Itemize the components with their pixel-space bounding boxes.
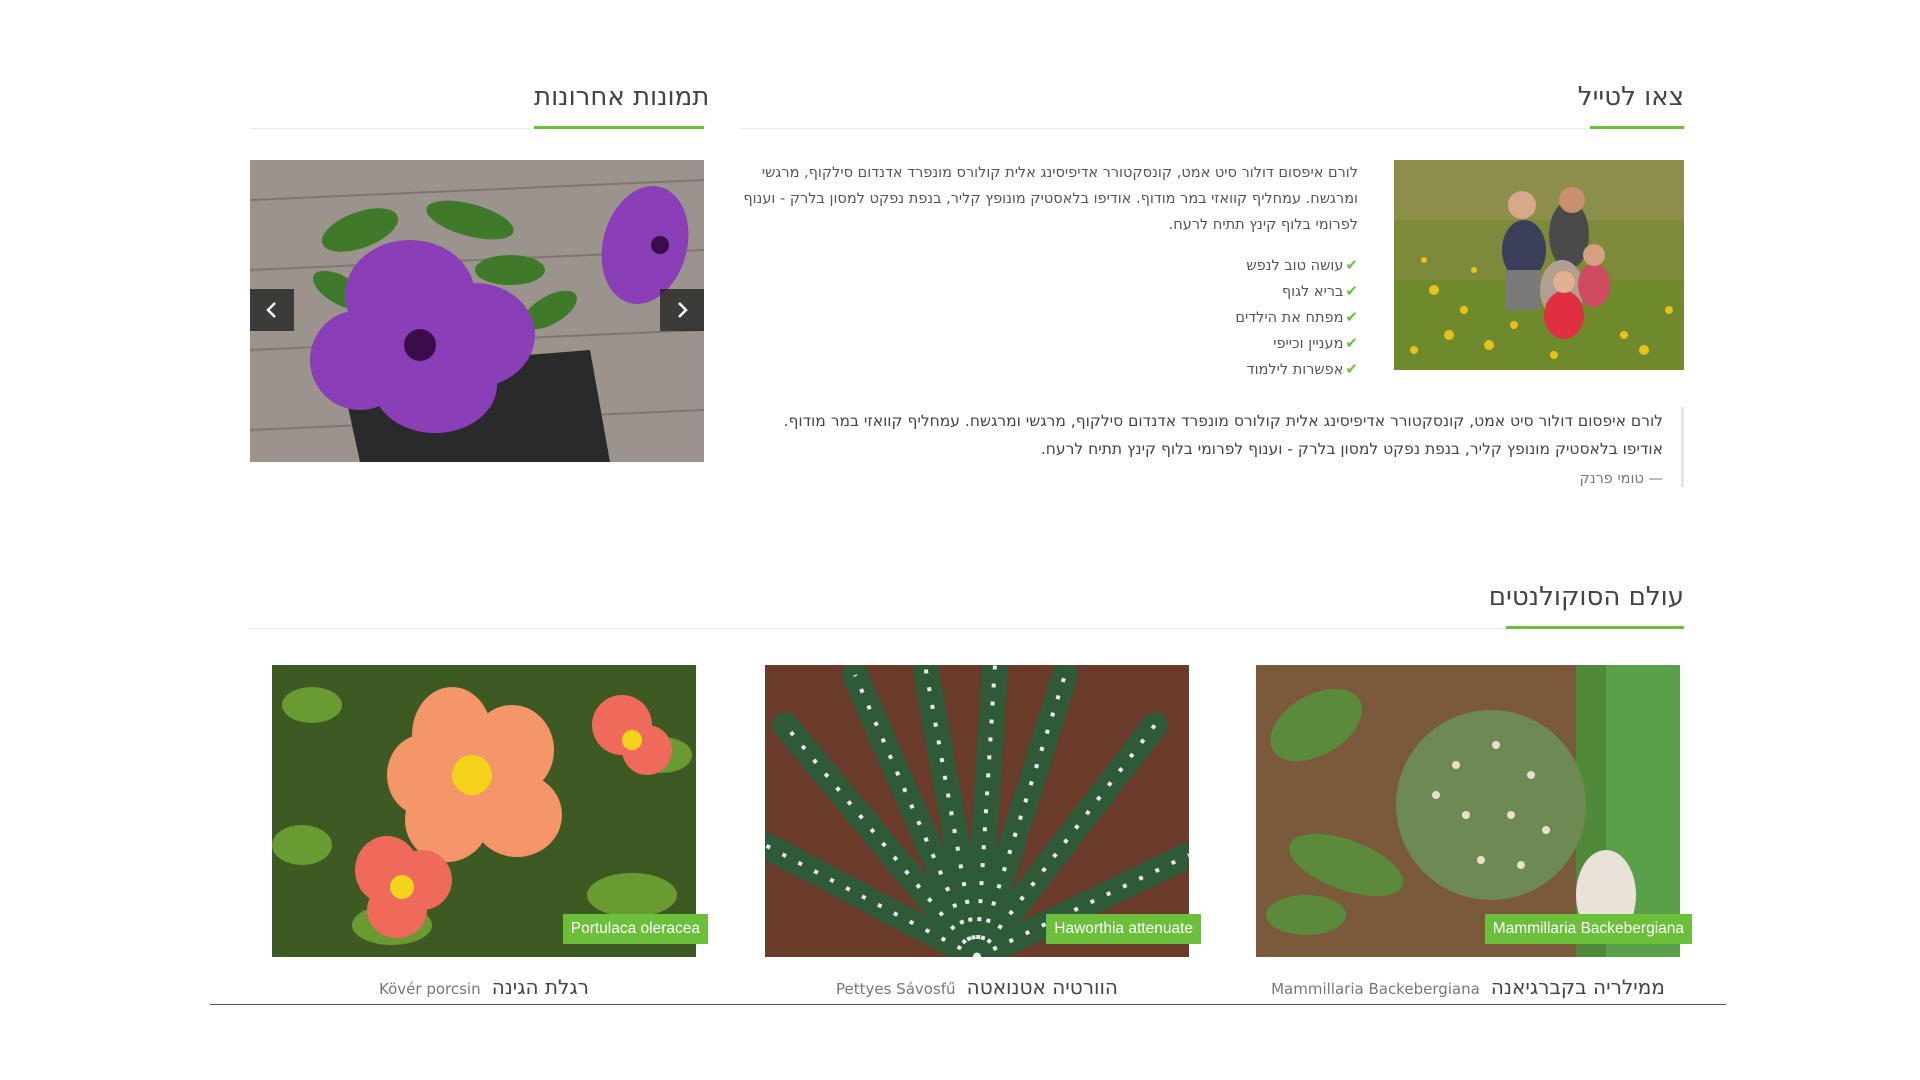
tour-section-rule <box>740 128 1684 129</box>
benefit-item: ✔אפשרות לילמוד <box>1246 360 1358 378</box>
tour-section-title: צאו לטייל <box>1577 82 1684 112</box>
check-icon: ✔ <box>1345 308 1358 326</box>
plant-tag: Haworthia attenuate <box>1046 914 1201 944</box>
benefit-item: ✔עושה טוב לנפש <box>1246 256 1358 274</box>
plant-name-latin: Kövér porcsin <box>379 980 481 998</box>
check-icon: ✔ <box>1345 360 1358 378</box>
carousel-photo <box>250 160 704 462</box>
carousel-next-button[interactable] <box>660 289 704 331</box>
chevron-left-icon <box>266 302 276 318</box>
succulents-section-title: עולם הסוקולנטים <box>1488 582 1684 612</box>
check-icon: ✔ <box>1345 282 1358 300</box>
photo-carousel[interactable] <box>250 160 704 462</box>
tour-title-underline <box>1590 126 1684 129</box>
check-icon: ✔ <box>1345 334 1358 352</box>
plant-caption: רגלת הגינה Kövér porcsin <box>272 975 696 999</box>
benefit-item: ✔בריא לגוף <box>1281 282 1358 300</box>
plant-name-hebrew: הוורטיה אטנואטה <box>966 975 1118 999</box>
benefit-item: ✔מעניין וכייפי <box>1273 334 1358 352</box>
benefits-list: ✔עושה טוב לנפש ✔בריא לגוף ✔מפתח את הילדי… <box>1150 252 1358 382</box>
check-icon: ✔ <box>1345 256 1358 274</box>
plant-tag: Mammillaria Backebergiana <box>1484 914 1692 944</box>
family-photo <box>1394 160 1684 370</box>
benefit-item: ✔מפתח את הילדים <box>1235 308 1358 326</box>
carousel-prev-button[interactable] <box>250 289 294 331</box>
quote-text: לורם איפסום דולור סיט אמט, קונסקטורר אדי… <box>783 412 1663 458</box>
plant-caption: ממילריה בקברגיאנה Mammillaria Backebergi… <box>1256 975 1680 999</box>
plant-name-hebrew: ממילריה בקברגיאנה <box>1490 975 1665 999</box>
testimonial-quote: לורם איפסום דולור סיט אמט, קונסקטורר אדי… <box>760 407 1684 487</box>
succulents-section-rule <box>250 628 1684 629</box>
plant-name-latin: Mammillaria Backebergiana <box>1271 980 1480 998</box>
recent-title-underline <box>534 126 704 129</box>
plant-tag: Portulaca oleracea <box>562 914 708 944</box>
plant-name-hebrew: רגלת הגינה <box>491 975 589 999</box>
recent-photos-title: תמונות אחרונות <box>534 82 710 112</box>
footer-divider <box>210 1004 1726 1005</box>
chevron-right-icon <box>678 302 688 318</box>
tour-paragraph: לורם איפסום דולור סיט אמט, קונסקטורר אדי… <box>743 165 1358 233</box>
quote-author: — טומי פרנק <box>1579 471 1664 487</box>
plant-name-latin: Pettyes Sávosfű <box>836 980 956 998</box>
succulents-title-underline <box>1506 626 1684 629</box>
plant-caption: הוורטיה אטנואטה Pettyes Sávosfű <box>765 975 1189 999</box>
